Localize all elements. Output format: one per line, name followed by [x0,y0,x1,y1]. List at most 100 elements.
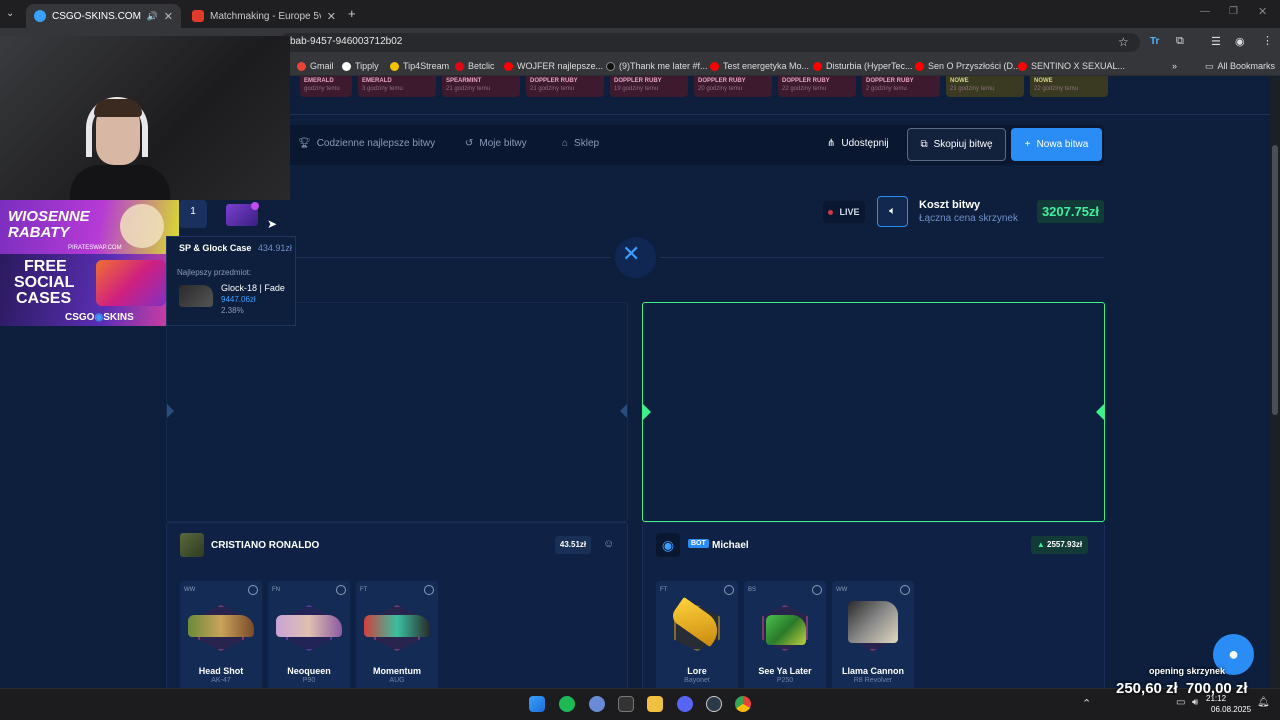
steam-icon[interactable] [706,696,722,712]
app-icon[interactable] [589,696,605,712]
heart-icon[interactable] [812,585,822,595]
volume-icon[interactable]: 🔊︎ [1192,697,1198,708]
recent-drop[interactable]: DOPPLER RUBY 19 godziny temu [610,76,688,97]
profile-icon[interactable]: ◉ [1235,35,1245,48]
reading-list-icon[interactable]: ☰ [1211,35,1221,48]
bookmark-tip4stream[interactable]: Tip4Stream [390,60,449,72]
bookmark-tipply[interactable]: Tipply [342,60,379,72]
youtube-icon [813,61,822,71]
winning-arrow-icon: ▲ [1036,540,1047,549]
case-tooltip: SP & Glock Case 434.91zł Najlepszy przed… [166,236,296,326]
tip4stream-icon [390,61,399,71]
item-card[interactable]: WW Llama Cannon R8 Revolver [832,581,914,691]
round-badge: 1 [179,200,207,228]
maximize-icon[interactable]: ❐ [1229,6,1238,17]
close-tab-icon[interactable]: ✕ [327,10,336,23]
bookmark-thank-me-later[interactable]: (9)Thank me later #f... [606,60,708,72]
streamer-hair [94,99,142,117]
nav-shop[interactable]: ⌂ Sklep [562,138,599,149]
sound-toggle-button[interactable]: 🔈︎ [877,196,908,227]
bookmark-sentino[interactable]: SENTINO X SEXUAL... [1018,60,1125,72]
network-icon[interactable]: ▭ [1176,697,1185,708]
all-bookmarks[interactable]: ▭ All Bookmarks [1205,60,1275,72]
extensions-icon[interactable]: ⧉ [1176,35,1184,48]
heart-icon[interactable] [248,585,258,595]
recent-drop[interactable]: DOPPLER RUBY 2 godziny temu [862,76,940,97]
recent-drop[interactable]: DOPPLER RUBY 21 godziny temu [526,76,604,97]
recent-drop[interactable]: SPEARMINT 21 godziny temu [442,76,520,97]
close-window-icon[interactable]: ✕ [1258,5,1267,18]
discord-icon[interactable] [677,696,693,712]
chrome-icon[interactable] [735,696,751,712]
recent-drop[interactable]: NOWE 22 godziny temu [1030,76,1108,97]
close-tab-icon[interactable]: ✕ [164,10,173,23]
bot-avatar[interactable]: ◉ [656,533,680,557]
csgo-skins-favicon-icon [34,10,46,22]
copy-battle-button[interactable]: ⧉ Skopiuj bitwę [907,128,1006,161]
recent-drop[interactable]: DOPPLER RUBY 22 godziny temu [778,76,856,97]
nav-my-battles[interactable]: ↺ Moje bitwy [465,138,527,149]
share-button[interactable]: ⋔ Udostępnij [827,138,889,149]
item-card[interactable]: FN Neoqueen P90 [268,581,350,691]
ak47-skin-icon [188,615,254,637]
new-tab-icon[interactable]: + [348,6,356,21]
heart-icon[interactable] [336,585,346,595]
show-hidden-icons-icon[interactable]: ⌃ [1082,697,1091,710]
menu-icon[interactable]: ⋮ [1262,34,1273,47]
live-badge[interactable]: LIVE [823,201,865,223]
tooltip-chance: 2.38% [221,306,244,315]
file-explorer-icon[interactable] [647,696,663,712]
emote-icon[interactable]: ☺ [603,538,614,550]
player-name[interactable]: Michael [712,540,749,551]
promo-banner-pirateswap[interactable]: WIOSENNE RABATY PIRATESWAP.COM [0,200,179,254]
bookmark-star-icon[interactable]: ☆ [1118,35,1129,49]
bookmark-wojfer[interactable]: WOJFER najlepsze... [504,60,603,72]
tab-matchmaking[interactable]: Matchmaking - Europe 5v5 Qu ✕ [184,4,344,28]
epic-games-icon[interactable] [618,696,634,712]
item-card[interactable]: BS See Ya Later P250 [744,581,826,691]
item-card[interactable]: WW Head Shot AK-47 [180,581,262,691]
item-card[interactable]: FT Lore Bayonet [656,581,738,691]
player-name[interactable]: CRISTIANO RONALDO [211,540,319,551]
r8-revolver-skin-icon [848,601,898,643]
nav-daily-battles[interactable]: 🏆︎ Codzienne najlepsze bitwy [298,138,435,149]
windows-start-icon[interactable] [529,696,545,712]
minimize-icon[interactable]: — [1200,6,1210,17]
tab-csgo-skins[interactable]: CSGO-SKINS.COM - Najlepsz 🔊 ✕ [26,4,181,28]
bookmark-betclic[interactable]: Betclic [455,60,495,72]
folder-icon: ▭ [1205,60,1214,71]
more-bookmarks-icon[interactable]: » [1172,60,1177,72]
promo-banner-free-cases[interactable]: FREE SOCIAL CASES CSGO◉SKINS [0,254,179,326]
streamer-body [70,165,170,200]
share-icon: ⋔ [827,138,836,149]
tipply-icon [342,61,351,71]
gmail-icon [297,61,306,71]
faceit-favicon-icon [192,10,204,22]
item-card[interactable]: FT Momentum AUG [356,581,438,691]
tab-search-icon[interactable]: ⌄ [6,8,14,19]
spotify-icon[interactable] [559,696,575,712]
recent-drop[interactable]: DOPPLER RUBY 20 godziny temu [694,76,772,97]
scrollbar-thumb[interactable] [1272,145,1278,415]
recent-drop[interactable]: NOWE 21 godziny temu [946,76,1024,97]
bookmark-test-energetyka[interactable]: Test energetyka Mo... [710,60,809,72]
heart-icon[interactable] [424,585,434,595]
avatar[interactable] [180,533,204,557]
new-battle-button[interactable]: + Nowa bitwa [1011,128,1102,161]
player-reel-right [642,302,1105,522]
tooltip-item-name: Glock-18 | Fade [221,283,285,293]
bookmark-sen-o-przyszlosci[interactable]: Sen O Przyszłości (D... [915,60,1021,72]
translate-icon[interactable]: Tr [1150,36,1159,47]
url-field[interactable]: bab-9457-946003712b02 [280,33,1140,52]
recent-drop[interactable]: EMERALD 3 godziny temu [358,76,436,97]
notifications-icon[interactable]: 🔔︎ [1257,697,1270,708]
tab-title: CSGO-SKINS.COM - Najlepsz [52,10,141,22]
bookmark-disturbia[interactable]: Disturbia (HyperTec... [813,60,913,72]
recent-drop[interactable]: EMERALD godziny temu [300,76,352,97]
p90-skin-icon [276,615,342,637]
trophy-icon: 🏆︎ [298,138,311,149]
heart-icon[interactable] [724,585,734,595]
clock-date[interactable]: 06.08.2025 [1211,705,1251,714]
bookmark-gmail[interactable]: Gmail [297,60,334,72]
heart-icon[interactable] [900,585,910,595]
